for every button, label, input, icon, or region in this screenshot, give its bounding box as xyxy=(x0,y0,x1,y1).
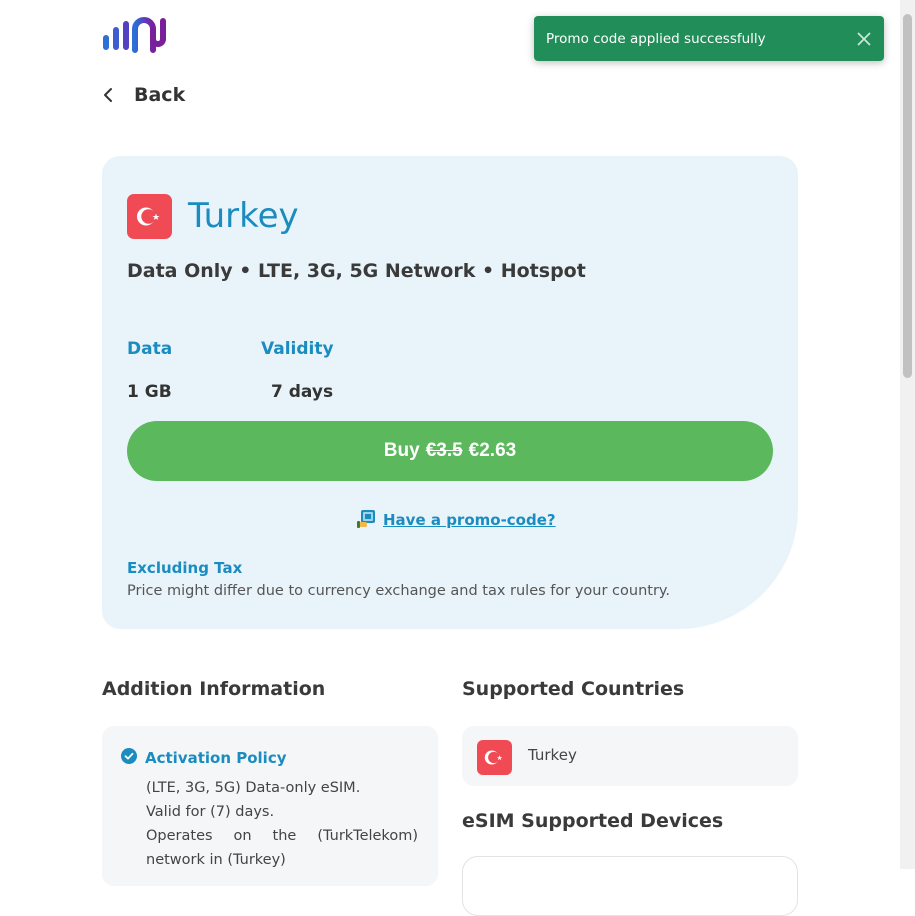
data-label: Data xyxy=(127,339,173,359)
plan-card: Turkey Data Only • LTE, 3G, 5G Network •… xyxy=(102,156,798,629)
device-search-box[interactable] xyxy=(462,856,798,916)
activation-policy-box: Activation Policy (LTE, 3G, 5G) Data-onl… xyxy=(102,726,438,886)
plan-features: Data Only • LTE, 3G, 5G Network • Hotspo… xyxy=(127,260,586,282)
promo-code-link[interactable]: Have a promo-code? xyxy=(356,507,556,533)
policy-line: Operates on the (TurkTelekom) xyxy=(146,828,418,844)
close-icon[interactable] xyxy=(854,29,874,49)
supported-countries-title: Supported Countries xyxy=(462,678,685,700)
back-link[interactable]: Back xyxy=(98,84,185,106)
scrollbar[interactable] xyxy=(900,0,915,869)
turkey-flag-icon xyxy=(477,740,512,775)
policy-word: the xyxy=(272,828,297,844)
back-label: Back xyxy=(134,84,186,106)
turkey-flag-icon xyxy=(127,194,172,239)
policy-line: (LTE, 3G, 5G) Data-only eSIM. xyxy=(146,780,361,796)
country-name: Turkey xyxy=(528,746,577,764)
activation-policy-title: Activation Policy xyxy=(145,749,287,767)
buy-button[interactable]: Buy €3.5 €2.63 xyxy=(127,421,773,481)
scrollbar-thumb[interactable] xyxy=(903,14,912,378)
brand-logo-icon[interactable] xyxy=(101,17,167,53)
country-title: Turkey xyxy=(188,196,299,236)
tax-note: Price might differ due to currency excha… xyxy=(127,583,671,599)
policy-word: on xyxy=(233,828,252,844)
policy-word: (TurkTelekom) xyxy=(317,828,418,844)
promo-code-label: Have a promo-code? xyxy=(383,511,556,529)
validity-value: 7 days xyxy=(271,382,334,402)
policy-line: Valid for (7) days. xyxy=(146,804,275,820)
additional-info-title: Addition Information xyxy=(102,678,326,700)
activation-policy-header[interactable]: Activation Policy xyxy=(121,748,286,768)
policy-word: Operates xyxy=(146,828,213,844)
chevron-left-icon xyxy=(98,85,118,105)
validity-label: Validity xyxy=(261,339,334,359)
toast-message: Promo code applied successfully xyxy=(546,30,766,47)
data-value: 1 GB xyxy=(127,382,172,402)
old-price: €3.5 xyxy=(425,440,463,461)
coupon-icon xyxy=(356,507,378,533)
policy-line: network in (Turkey) xyxy=(146,852,286,868)
country-item[interactable]: Turkey xyxy=(462,726,798,786)
new-price: €2.63 xyxy=(468,440,517,461)
check-circle-icon xyxy=(121,748,137,768)
tax-title: Excluding Tax xyxy=(127,559,243,577)
supported-devices-title: eSIM Supported Devices xyxy=(462,810,724,832)
buy-label: Buy xyxy=(383,440,420,461)
success-toast: Promo code applied successfully xyxy=(534,16,884,61)
